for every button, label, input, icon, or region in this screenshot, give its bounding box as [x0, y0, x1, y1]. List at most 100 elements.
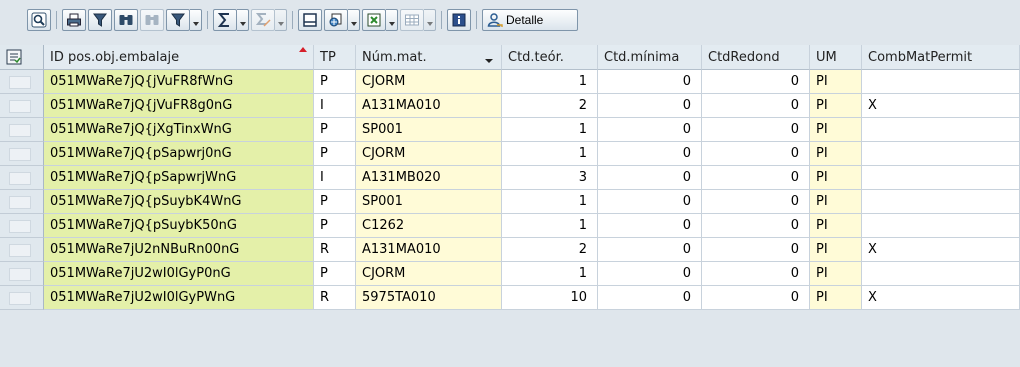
- cell-min[interactable]: 0: [598, 214, 702, 238]
- cell-tp[interactable]: P: [314, 118, 356, 142]
- cell-um[interactable]: PI: [810, 94, 862, 118]
- cell-tp[interactable]: P: [314, 190, 356, 214]
- cell-comb[interactable]: X: [862, 286, 1020, 310]
- table-row[interactable]: 051MWaRe7jQ{pSuybK4WnG P SP001 1 0 0 PI: [0, 190, 1020, 214]
- table-row[interactable]: 051MWaRe7jQ{pSapwrj0nG P CJORM 1 0 0 PI: [0, 142, 1020, 166]
- cell-comb[interactable]: [862, 70, 1020, 94]
- row-selector[interactable]: [0, 214, 44, 238]
- table-row[interactable]: 051MWaRe7jQ{jVuFR8fWnG P CJORM 1 0 0 PI: [0, 70, 1020, 94]
- cell-min[interactable]: 0: [598, 190, 702, 214]
- cell-mat[interactable]: CJORM: [356, 70, 502, 94]
- cell-redond[interactable]: 0: [702, 166, 810, 190]
- col-header-redond[interactable]: CtdRedond: [702, 45, 810, 70]
- cell-teor[interactable]: 2: [502, 94, 598, 118]
- cell-tp[interactable]: I: [314, 94, 356, 118]
- cell-tp[interactable]: P: [314, 70, 356, 94]
- row-selector[interactable]: [0, 70, 44, 94]
- cell-tp[interactable]: R: [314, 286, 356, 310]
- cell-redond[interactable]: 0: [702, 190, 810, 214]
- cell-um[interactable]: PI: [810, 214, 862, 238]
- row-selector[interactable]: [0, 166, 44, 190]
- cell-mat[interactable]: A131MA010: [356, 94, 502, 118]
- table-row[interactable]: 051MWaRe7jQ{jXgTinxWnG P SP001 1 0 0 PI: [0, 118, 1020, 142]
- cell-um[interactable]: PI: [810, 142, 862, 166]
- cell-comb[interactable]: [862, 190, 1020, 214]
- cell-id[interactable]: 051MWaRe7jQ{pSuybK50nG: [44, 214, 314, 238]
- cell-id[interactable]: 051MWaRe7jQ{jXgTinxWnG: [44, 118, 314, 142]
- col-header-teor[interactable]: Ctd.teór.: [502, 45, 598, 70]
- cell-teor[interactable]: 1: [502, 142, 598, 166]
- cell-um[interactable]: PI: [810, 262, 862, 286]
- cell-mat[interactable]: C1262: [356, 214, 502, 238]
- cell-comb[interactable]: [862, 166, 1020, 190]
- cell-um[interactable]: PI: [810, 70, 862, 94]
- row-selector[interactable]: [0, 190, 44, 214]
- cell-min[interactable]: 0: [598, 118, 702, 142]
- row-selector[interactable]: [0, 262, 44, 286]
- cell-mat[interactable]: SP001: [356, 190, 502, 214]
- cell-teor[interactable]: 1: [502, 70, 598, 94]
- cell-um[interactable]: PI: [810, 286, 862, 310]
- cell-redond[interactable]: 0: [702, 238, 810, 262]
- cell-id[interactable]: 051MWaRe7jQ{jVuFR8fWnG: [44, 70, 314, 94]
- cell-comb[interactable]: X: [862, 94, 1020, 118]
- cell-id[interactable]: 051MWaRe7jQ{pSapwrj0nG: [44, 142, 314, 166]
- cell-tp[interactable]: P: [314, 142, 356, 166]
- cell-redond[interactable]: 0: [702, 214, 810, 238]
- cell-redond[interactable]: 0: [702, 70, 810, 94]
- cell-mat[interactable]: A131MA010: [356, 238, 502, 262]
- cell-mat[interactable]: CJORM: [356, 142, 502, 166]
- cell-min[interactable]: 0: [598, 142, 702, 166]
- col-header-tp[interactable]: TP: [314, 45, 356, 70]
- cell-mat[interactable]: A131MB020: [356, 166, 502, 190]
- cell-min[interactable]: 0: [598, 94, 702, 118]
- table-row[interactable]: 051MWaRe7jU2wI0lGyP0nG P CJORM 1 0 0 PI: [0, 262, 1020, 286]
- row-selector[interactable]: [0, 286, 44, 310]
- cell-id[interactable]: 051MWaRe7jQ{pSapwrjWnG: [44, 166, 314, 190]
- cell-id[interactable]: 051MWaRe7jQ{jVuFR8g0nG: [44, 94, 314, 118]
- cell-redond[interactable]: 0: [702, 262, 810, 286]
- cell-um[interactable]: PI: [810, 190, 862, 214]
- row-selector[interactable]: [0, 142, 44, 166]
- table-row[interactable]: 051MWaRe7jU2nNBuRn00nG R A131MA010 2 0 0 PI X: [0, 238, 1020, 262]
- cell-redond[interactable]: 0: [702, 118, 810, 142]
- cell-comb[interactable]: [862, 118, 1020, 142]
- cell-redond[interactable]: 0: [702, 286, 810, 310]
- cell-teor[interactable]: 1: [502, 118, 598, 142]
- cell-teor[interactable]: 1: [502, 190, 598, 214]
- cell-tp[interactable]: I: [314, 166, 356, 190]
- cell-teor[interactable]: 10: [502, 286, 598, 310]
- col-header-min[interactable]: Ctd.mínima: [598, 45, 702, 70]
- cell-min[interactable]: 0: [598, 262, 702, 286]
- cell-tp[interactable]: P: [314, 214, 356, 238]
- cell-redond[interactable]: 0: [702, 94, 810, 118]
- cell-id[interactable]: 051MWaRe7jU2wI0lGyPWnG: [44, 286, 314, 310]
- table-row[interactable]: 051MWaRe7jU2wI0lGyPWnG R 5975TA010 10 0 0 PI X: [0, 286, 1020, 310]
- row-selector[interactable]: [0, 94, 44, 118]
- detalle-button[interactable]: Detalle: [482, 9, 578, 31]
- cell-min[interactable]: 0: [598, 70, 702, 94]
- cell-id[interactable]: 051MWaRe7jU2nNBuRn00nG: [44, 238, 314, 262]
- cell-id[interactable]: 051MWaRe7jQ{pSuybK4WnG: [44, 190, 314, 214]
- cell-min[interactable]: 0: [598, 286, 702, 310]
- table-row[interactable]: 051MWaRe7jQ{jVuFR8g0nG I A131MA010 2 0 0 PI X: [0, 94, 1020, 118]
- cell-comb[interactable]: X: [862, 238, 1020, 262]
- cell-comb[interactable]: [862, 142, 1020, 166]
- cell-comb[interactable]: [862, 214, 1020, 238]
- cell-comb[interactable]: [862, 262, 1020, 286]
- cell-id[interactable]: 051MWaRe7jU2wI0lGyP0nG: [44, 262, 314, 286]
- col-header-comb[interactable]: CombMatPermit: [862, 45, 1020, 70]
- cell-tp[interactable]: R: [314, 238, 356, 262]
- cell-mat[interactable]: 5975TA010: [356, 286, 502, 310]
- cell-um[interactable]: PI: [810, 118, 862, 142]
- cell-teor[interactable]: 1: [502, 262, 598, 286]
- table-row[interactable]: 051MWaRe7jQ{pSapwrjWnG I A131MB020 3 0 0 PI: [0, 166, 1020, 190]
- cell-um[interactable]: PI: [810, 238, 862, 262]
- cell-teor[interactable]: 3: [502, 166, 598, 190]
- col-header-id[interactable]: ID pos.obj.embalaje: [44, 45, 314, 70]
- row-selector[interactable]: [0, 118, 44, 142]
- cell-min[interactable]: 0: [598, 238, 702, 262]
- cell-um[interactable]: PI: [810, 166, 862, 190]
- cell-tp[interactable]: P: [314, 262, 356, 286]
- cell-mat[interactable]: CJORM: [356, 262, 502, 286]
